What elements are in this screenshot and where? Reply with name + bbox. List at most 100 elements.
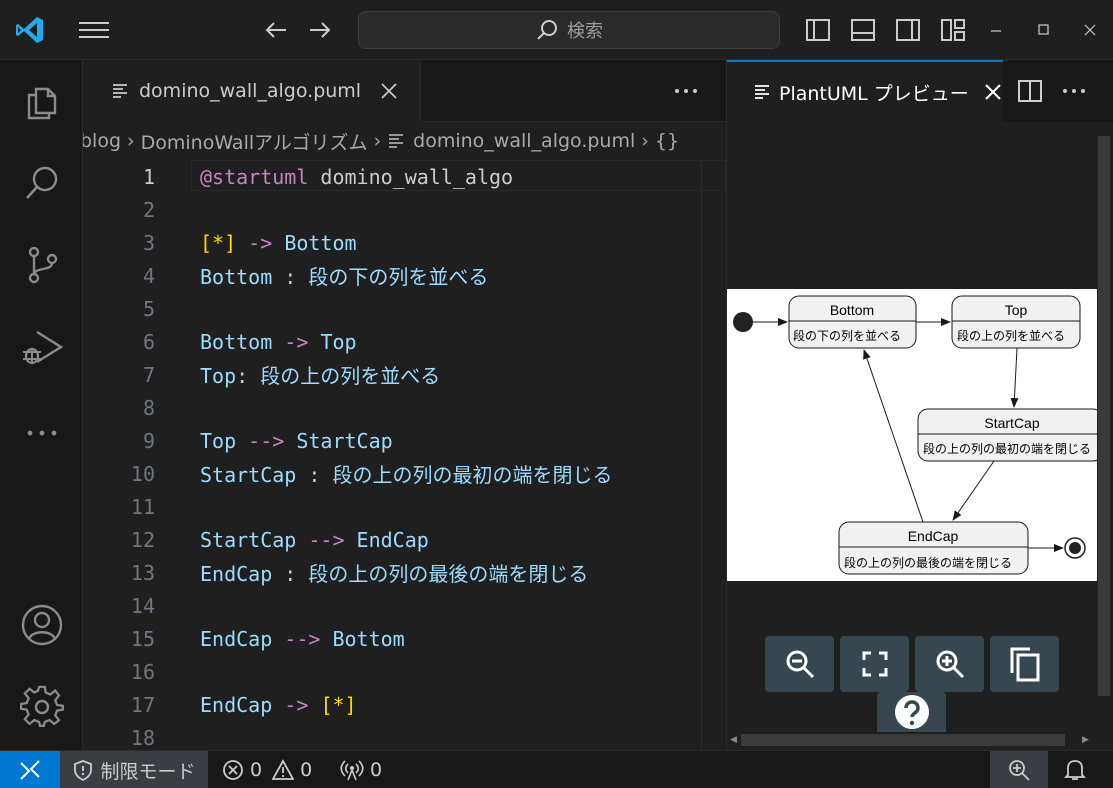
error-icon	[223, 760, 243, 780]
code-token: EndCap	[200, 562, 273, 586]
activity-bar	[0, 60, 83, 750]
split-editor-icon[interactable]	[1017, 78, 1043, 104]
code-line: 9 Top --> StartCap	[83, 424, 726, 457]
breadcrumb-item-folder[interactable]: blog	[83, 130, 121, 152]
code-token: Top	[320, 329, 357, 354]
search-icon	[537, 20, 557, 40]
gear-icon	[19, 685, 64, 727]
plantuml-preview: Bottom 段の下の列を並べる Top 段の上の列を並べる StartCap …	[726, 122, 1113, 750]
state-bottom: Bottom 段の下の列を並べる	[788, 295, 917, 349]
ports-button[interactable]: 0	[340, 751, 382, 788]
toggle-primary-sidebar-icon[interactable]	[804, 16, 832, 44]
close-window-icon[interactable]	[1076, 16, 1104, 44]
arrow-left-icon[interactable]	[262, 16, 290, 44]
initial-state	[733, 312, 753, 332]
code-token: ->	[284, 329, 309, 354]
close-tab-icon[interactable]	[379, 81, 399, 101]
line-number: 3	[142, 230, 155, 255]
final-state	[1064, 537, 1086, 559]
preview-more-actions-button[interactable]	[1059, 76, 1089, 106]
code-line: 16	[83, 655, 726, 688]
bell-icon	[1064, 760, 1086, 780]
source-control-button[interactable]	[0, 230, 83, 300]
zoom-level-button[interactable]	[990, 751, 1048, 788]
copy-button[interactable]	[990, 636, 1059, 692]
line-number: 5	[142, 296, 155, 321]
explorer-button[interactable]	[0, 66, 83, 136]
status-bar: 制限モード 0 0 0	[0, 750, 1113, 788]
code-token: @startuml	[200, 164, 309, 189]
maximize-icon[interactable]	[1029, 16, 1057, 44]
code-token: 段の下の列を並べる	[308, 265, 489, 289]
code-line: 3 [*] -> Bottom	[83, 226, 726, 259]
zoom-out-icon	[786, 650, 814, 679]
restricted-mode-button[interactable]: 制限モード	[60, 751, 208, 788]
chevron-right-icon: ›	[641, 130, 649, 152]
line-number: 18	[130, 725, 155, 750]
horizontal-scrollbar[interactable]	[741, 734, 1065, 746]
code-editor[interactable]: 1 @startuml domino_wall_algo 2 3 [*] -> …	[83, 160, 726, 750]
transition-arrow	[863, 349, 924, 523]
fit-to-window-button[interactable]	[840, 636, 909, 692]
close-tab-icon[interactable]	[983, 82, 1003, 102]
customize-layout-icon[interactable]	[939, 16, 967, 44]
title-bar: 検索	[0, 0, 1113, 60]
problems-button[interactable]: 0 0	[222, 751, 312, 788]
code-token: -->	[248, 428, 285, 453]
line-number: 4	[142, 263, 155, 288]
more-views-button[interactable]	[0, 398, 83, 468]
code-line: 5	[83, 292, 726, 325]
editor-tab-bar: domino_wall_algo.puml	[83, 60, 726, 122]
editor-tab-domino-wall-algo[interactable]: domino_wall_algo.puml	[83, 60, 421, 122]
ellipsis-icon	[675, 89, 697, 93]
manage-settings-button[interactable]	[0, 672, 83, 742]
breadcrumb-item-symbol[interactable]: {}	[655, 130, 679, 152]
minimize-icon[interactable]	[982, 16, 1010, 44]
state-startcap: StartCap 段の上の列の最初の端を閉じる	[917, 408, 1104, 462]
vscode-logo-icon[interactable]	[14, 14, 46, 46]
breadcrumb-item-subfolder[interactable]: DominoWallアルゴリズム	[141, 128, 368, 155]
preview-tab-bar: PlantUML プレビュー	[726, 60, 1113, 122]
state-description: 段の上の列の最初の端を閉じる	[923, 441, 1091, 456]
scroll-left-arrow-icon[interactable]: ◀	[730, 735, 737, 745]
scroll-right-arrow-icon[interactable]: ▶	[1082, 735, 1089, 745]
line-number: 14	[130, 593, 155, 618]
hamburger-menu-icon[interactable]	[78, 18, 110, 42]
code-token: Bottom	[200, 329, 273, 354]
help-button[interactable]	[877, 692, 946, 732]
line-number: 7	[142, 362, 155, 387]
code-line: 11	[83, 490, 726, 523]
line-number: 10	[130, 461, 155, 486]
accounts-button[interactable]	[0, 590, 83, 660]
code-line: 13 EndCap : 段の上の列の最後の端を閉じる	[83, 556, 726, 589]
state-diagram[interactable]: Bottom 段の下の列を並べる Top 段の上の列を並べる StartCap …	[727, 289, 1104, 581]
help-icon	[894, 695, 929, 729]
preview-tab-plantuml[interactable]: PlantUML プレビュー	[727, 60, 1003, 122]
code-token: [*]	[320, 692, 357, 717]
zoom-in-icon	[936, 650, 964, 679]
fullscreen-icon	[862, 651, 887, 677]
run-and-debug-button[interactable]	[0, 312, 83, 382]
arrow-right-icon[interactable]	[306, 16, 334, 44]
remote-indicator-button[interactable]	[0, 751, 60, 788]
vertical-scrollbar[interactable]	[1098, 136, 1110, 696]
breadcrumb-item-file[interactable]: domino_wall_algo.puml	[413, 130, 635, 152]
warning-count: 0	[300, 759, 313, 781]
source-control-icon	[28, 246, 57, 284]
restricted-mode-label: 制限モード	[100, 760, 196, 783]
command-center-search[interactable]: 検索	[358, 11, 780, 49]
files-icon	[27, 87, 56, 120]
toggle-panel-icon[interactable]	[849, 16, 877, 44]
warning-icon	[272, 759, 295, 780]
line-number: 11	[130, 494, 155, 519]
notifications-button[interactable]	[1060, 751, 1090, 788]
zoom-in-button[interactable]	[915, 636, 984, 692]
zoom-out-button[interactable]	[765, 636, 834, 692]
toggle-secondary-sidebar-icon[interactable]	[894, 16, 922, 44]
breadcrumb: blog › DominoWallアルゴリズム › domino_wall_al…	[83, 122, 726, 160]
editor-more-actions-button[interactable]	[671, 76, 701, 106]
code-token: ->	[248, 230, 273, 255]
preview-tab-label: PlantUML プレビュー	[779, 82, 969, 105]
search-view-button[interactable]	[0, 148, 83, 218]
line-number: 16	[130, 659, 155, 684]
